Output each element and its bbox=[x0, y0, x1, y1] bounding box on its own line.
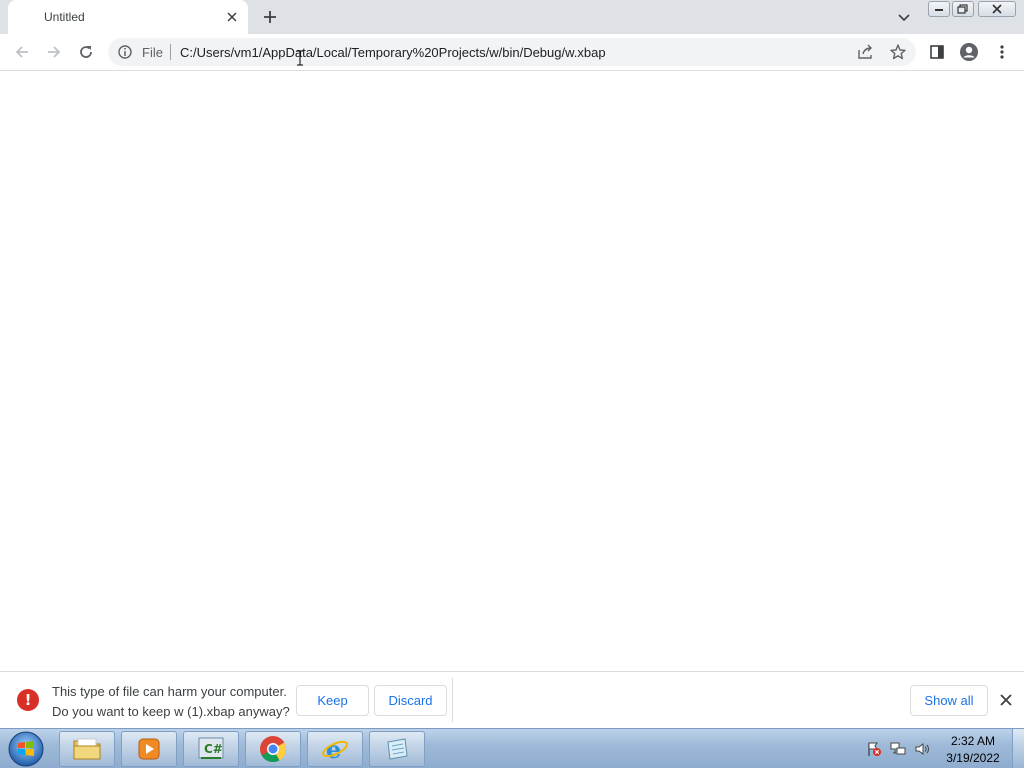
media-player-icon bbox=[138, 738, 160, 760]
profile-icon[interactable] bbox=[959, 42, 979, 62]
volume-icon[interactable] bbox=[914, 741, 930, 757]
chevron-down-icon[interactable] bbox=[896, 9, 912, 25]
keep-button[interactable]: Keep bbox=[296, 685, 369, 716]
internet-explorer-taskbar-button[interactable]: e bbox=[307, 731, 363, 767]
warning-icon: ! bbox=[17, 689, 39, 711]
page-content bbox=[0, 71, 1024, 671]
internet-explorer-icon: e bbox=[322, 735, 348, 763]
explorer-taskbar-button[interactable] bbox=[59, 731, 115, 767]
notepad-icon bbox=[387, 738, 408, 760]
arrow-right-icon[interactable] bbox=[43, 41, 65, 63]
svg-text:e: e bbox=[326, 735, 341, 763]
browser-toolbar: File C:/Users/vm1/AppData/Local/Temporar… bbox=[0, 34, 1024, 71]
chrome-taskbar-button[interactable] bbox=[245, 731, 301, 767]
info-icon[interactable] bbox=[117, 44, 133, 60]
warning-message-line1: This type of file can harm your computer… bbox=[52, 684, 287, 699]
shelf-divider bbox=[452, 678, 453, 722]
address-bar[interactable]: File C:/Users/vm1/AppData/Local/Temporar… bbox=[108, 38, 916, 66]
close-icon[interactable] bbox=[224, 9, 240, 25]
warning-message-line2: Do you want to keep w (1).xbap anyway? bbox=[52, 704, 290, 719]
start-button[interactable] bbox=[6, 730, 46, 768]
visual-csharp-taskbar-button[interactable]: C# bbox=[183, 731, 239, 767]
star-icon[interactable] bbox=[889, 43, 907, 61]
network-icon[interactable] bbox=[890, 741, 906, 757]
taskbar: C# e 2:32 AM 3/19/2022 bbox=[0, 728, 1024, 768]
clock-time[interactable]: 2:32 AM bbox=[938, 734, 1008, 748]
show-desktop-button[interactable] bbox=[1012, 729, 1024, 768]
close-icon[interactable] bbox=[997, 691, 1015, 709]
text-cursor-icon bbox=[296, 50, 304, 66]
url-divider bbox=[170, 44, 171, 60]
notepad-taskbar-button[interactable] bbox=[369, 731, 425, 767]
show-all-button[interactable]: Show all bbox=[910, 685, 988, 716]
download-shelf: ! This type of file can harm your comput… bbox=[0, 671, 1024, 728]
screen: Untitled File C:/Users/vm1/AppData/Local… bbox=[0, 0, 1024, 768]
minimize-button[interactable] bbox=[928, 1, 950, 17]
csharp-icon: C# bbox=[198, 737, 224, 759]
tab-strip: Untitled bbox=[0, 0, 1024, 34]
reload-icon[interactable] bbox=[75, 41, 97, 63]
share-icon[interactable] bbox=[857, 44, 875, 60]
discard-button[interactable]: Discard bbox=[374, 685, 447, 716]
svg-text:C#: C# bbox=[204, 742, 223, 756]
arrow-left-icon[interactable] bbox=[11, 41, 33, 63]
folder-icon bbox=[73, 738, 101, 760]
url-text[interactable]: C:/Users/vm1/AppData/Local/Temporary%20P… bbox=[180, 45, 606, 60]
chrome-icon bbox=[260, 736, 287, 763]
url-scheme-label: File bbox=[142, 45, 163, 60]
media-player-taskbar-button[interactable] bbox=[121, 731, 177, 767]
side-panel-icon[interactable] bbox=[927, 42, 947, 62]
restore-button[interactable] bbox=[952, 1, 974, 17]
plus-icon[interactable] bbox=[260, 7, 280, 27]
tab-title: Untitled bbox=[44, 10, 85, 24]
window-close-button[interactable] bbox=[978, 1, 1016, 17]
action-center-flag-icon[interactable] bbox=[866, 741, 882, 757]
kebab-menu-icon[interactable] bbox=[992, 42, 1012, 62]
clock-date[interactable]: 3/19/2022 bbox=[938, 751, 1008, 765]
tab-untitled[interactable]: Untitled bbox=[8, 0, 248, 34]
